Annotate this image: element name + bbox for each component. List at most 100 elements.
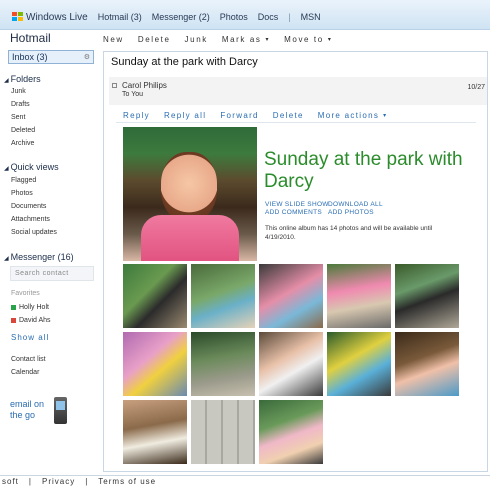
footer-terms[interactable]: Terms of use bbox=[98, 477, 156, 486]
photo-thumbnail[interactable] bbox=[395, 264, 459, 328]
divider bbox=[116, 122, 476, 123]
photo-thumbnail[interactable] bbox=[123, 264, 187, 328]
more-actions-label: More actions bbox=[317, 111, 380, 120]
app-title[interactable]: Hotmail bbox=[10, 31, 51, 45]
photo-thumbnail[interactable] bbox=[191, 332, 255, 396]
delete-message-button[interactable]: Delete bbox=[273, 111, 304, 120]
sender-name[interactable]: Carol Philips bbox=[122, 81, 167, 90]
photo-thumbnail[interactable] bbox=[191, 400, 255, 464]
folder-inbox[interactable]: Inbox (3) ⚙ bbox=[8, 50, 94, 64]
more-actions-button[interactable]: More actions ▾ bbox=[318, 111, 388, 120]
contact-holly-holt[interactable]: Holly Holt bbox=[11, 304, 49, 311]
nav-messenger[interactable]: Messenger (2) bbox=[152, 12, 210, 22]
folder-sent[interactable]: Sent bbox=[11, 114, 25, 121]
search-contact-input[interactable]: Search contact bbox=[10, 266, 94, 281]
footer-separator: | bbox=[28, 477, 32, 486]
chevron-down-icon: ▾ bbox=[383, 113, 388, 119]
footer-separator: | bbox=[85, 477, 89, 486]
reply-all-button[interactable]: Reply all bbox=[164, 111, 206, 120]
folders-section-header[interactable]: ◢ Folders bbox=[4, 74, 41, 84]
add-comments-link[interactable]: ADD COMMENTS bbox=[265, 209, 322, 216]
messenger-section-title: Messenger (16) bbox=[10, 252, 74, 262]
top-nav: Windows Live Hotmail (3) Messenger (2) P… bbox=[0, 10, 321, 24]
add-photos-link[interactable]: ADD PHOTOS bbox=[328, 209, 374, 216]
new-button[interactable]: New bbox=[103, 35, 124, 44]
mark-as-button[interactable]: Mark as ▾ bbox=[222, 35, 270, 44]
folder-junk[interactable]: Junk bbox=[11, 88, 26, 95]
photo-thumbnail[interactable] bbox=[123, 332, 187, 396]
favorites-label: Favorites bbox=[11, 290, 40, 297]
mark-as-label: Mark as bbox=[221, 35, 262, 44]
delete-button[interactable]: Delete bbox=[138, 35, 171, 44]
nav-photos[interactable]: Photos bbox=[220, 12, 248, 22]
photo-thumbnail[interactable] bbox=[191, 264, 255, 328]
album-availability-note: This online album has 14 photos and will… bbox=[265, 225, 433, 241]
chevron-down-icon: ▾ bbox=[327, 37, 333, 43]
collapse-triangle-icon: ◢ bbox=[4, 256, 9, 262]
photo-thumbnail[interactable] bbox=[259, 400, 323, 464]
message-actions: Reply Reply all Forward Delete More acti… bbox=[123, 111, 387, 120]
photo-thumbnail[interactable] bbox=[259, 332, 323, 396]
quick-view-documents[interactable]: Documents bbox=[11, 203, 46, 210]
album-title[interactable]: Sunday at the park with Darcy bbox=[264, 149, 464, 193]
footer: soft | Privacy | Terms of use bbox=[0, 475, 490, 487]
folder-drafts[interactable]: Drafts bbox=[11, 101, 30, 108]
nav-separator: | bbox=[288, 12, 291, 22]
brand-label: Windows Live bbox=[26, 11, 88, 23]
presence-busy-icon bbox=[11, 318, 16, 323]
messenger-section-header[interactable]: ◢ Messenger (16) bbox=[4, 252, 74, 262]
photo-thumbnail[interactable] bbox=[395, 332, 459, 396]
email-on-the-go-line2: the go bbox=[10, 410, 36, 420]
junk-button[interactable]: Junk bbox=[185, 35, 208, 44]
quick-view-photos[interactable]: Photos bbox=[11, 190, 33, 197]
folder-deleted[interactable]: Deleted bbox=[11, 127, 35, 134]
contact-name: Holly Holt bbox=[19, 304, 49, 311]
chevron-down-icon: ▾ bbox=[265, 37, 271, 43]
forward-button[interactable]: Forward bbox=[220, 111, 258, 120]
photo-thumbnail[interactable] bbox=[259, 264, 323, 328]
folder-archive[interactable]: Archive bbox=[11, 140, 34, 147]
inbox-label: Inbox (3) bbox=[12, 52, 48, 62]
footer-privacy[interactable]: Privacy bbox=[42, 477, 75, 486]
contact-list-link[interactable]: Contact list bbox=[11, 356, 46, 363]
quick-view-social-updates[interactable]: Social updates bbox=[11, 229, 57, 236]
quick-view-attachments[interactable]: Attachments bbox=[11, 216, 50, 223]
quick-views-section-header[interactable]: ◢ Quick views bbox=[4, 162, 59, 172]
email-on-the-go-line1: email on bbox=[10, 399, 45, 409]
view-slide-show-link[interactable]: VIEW SLIDE SHOW bbox=[265, 201, 329, 208]
collapse-triangle-icon: ◢ bbox=[4, 78, 9, 84]
girl-face bbox=[161, 152, 217, 222]
reply-button[interactable]: Reply bbox=[123, 111, 150, 120]
contact-david-ahs[interactable]: David Ahs bbox=[11, 317, 51, 324]
move-to-label: Move to bbox=[284, 35, 324, 44]
move-to-button[interactable]: Move to ▾ bbox=[284, 35, 332, 44]
photo-thumbnail[interactable] bbox=[123, 400, 187, 464]
pink-shirt bbox=[141, 215, 239, 261]
gear-icon[interactable]: ⚙ bbox=[84, 53, 90, 61]
nav-msn[interactable]: MSN bbox=[301, 12, 321, 22]
top-bar: Windows Live Hotmail (3) Messenger (2) P… bbox=[0, 0, 490, 30]
quick-view-flagged[interactable]: Flagged bbox=[11, 177, 36, 184]
download-all-link[interactable]: DOWNLOAD ALL bbox=[328, 201, 383, 208]
message-pane: Sunday at the park with Darcy Carol Phil… bbox=[103, 51, 488, 472]
nav-docs[interactable]: Docs bbox=[258, 12, 279, 22]
select-checkbox[interactable] bbox=[112, 83, 117, 88]
toolbar: New Delete Junk Mark as ▾ Move to ▾ bbox=[103, 35, 332, 44]
photo-thumbnail[interactable] bbox=[327, 264, 391, 328]
presence-online-icon bbox=[11, 305, 16, 310]
calendar-link[interactable]: Calendar bbox=[11, 369, 39, 376]
nav-hotmail[interactable]: Hotmail (3) bbox=[98, 12, 142, 22]
folders-section-title: Folders bbox=[10, 74, 41, 84]
mobile-phone-icon bbox=[54, 397, 67, 424]
message-date: 10/27 bbox=[467, 84, 485, 91]
recipient-label: To You bbox=[122, 91, 144, 98]
message-header: Carol Philips To You 10/27 bbox=[109, 77, 487, 105]
message-subject: Sunday at the park with Darcy bbox=[111, 56, 258, 68]
show-all-link[interactable]: Show all bbox=[11, 333, 49, 342]
album-cover-photo[interactable] bbox=[123, 127, 257, 261]
photo-thumbnail[interactable] bbox=[327, 332, 391, 396]
footer-microsoft[interactable]: soft bbox=[2, 477, 19, 486]
quick-views-section-title: Quick views bbox=[10, 162, 59, 172]
email-on-the-go-link[interactable]: email on the go bbox=[10, 399, 44, 421]
windows-live-logo[interactable]: Windows Live bbox=[12, 12, 88, 23]
